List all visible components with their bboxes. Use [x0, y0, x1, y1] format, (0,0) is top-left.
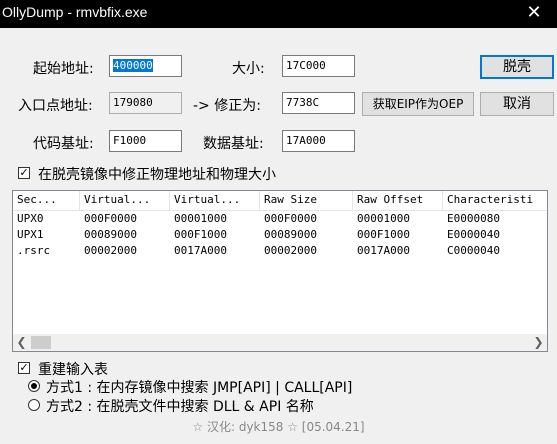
column-header[interactable]: Virtual... [170, 191, 260, 210]
scroll-thumb[interactable] [31, 336, 51, 349]
get-eip-button[interactable]: 获取EIP作为OEP [362, 92, 474, 116]
close-icon[interactable]: ✕ [511, 0, 557, 28]
table-cell: 000F0000 [84, 212, 137, 225]
rebuild-import-label: 重建输入表 [38, 362, 108, 378]
table-cell: 00089000 [264, 228, 317, 241]
table-cell: 00002000 [84, 244, 137, 257]
column-header[interactable]: Sec... [13, 191, 80, 210]
credits-text: ☆ 汉化: dyk158 ☆ [05.04.21] [192, 420, 365, 434]
column-header[interactable]: Raw Size [260, 191, 353, 210]
scroll-right-icon[interactable]: ❯ [530, 334, 547, 351]
start-address-label: 起始地址: [33, 61, 94, 77]
modify-label: -> 修正为: [193, 98, 261, 114]
method2-label: 方式2 : 在脱壳文件中搜索 DLL & API 名称 [46, 399, 314, 415]
table-cell: UPX1 [17, 228, 44, 241]
table-cell: UPX0 [17, 212, 44, 225]
dump-button[interactable]: 脱壳 [480, 55, 554, 79]
table-header: Sec... Virtual... Virtual... Raw Size Ra… [13, 191, 547, 211]
method2-radio[interactable] [28, 399, 40, 411]
method1-label: 方式1 : 在内存镜像中搜索 JMP[API] | CALL[API] [46, 380, 353, 396]
table-cell: 00001000 [357, 212, 410, 225]
column-header[interactable]: Raw Offset [353, 191, 443, 210]
size-label: 大小: [232, 61, 265, 77]
table-cell: 0017A000 [357, 244, 410, 257]
table-cell: 000F0000 [264, 212, 317, 225]
title-bar: OllyDump - rmvbfix.exe ✕ [0, 0, 557, 28]
rebuild-import-checkbox[interactable]: ✓ [18, 362, 30, 374]
data-base-label: 数据基址: [203, 136, 264, 152]
table-cell: E0000080 [447, 212, 500, 225]
column-header[interactable]: Virtual... [80, 191, 170, 210]
method1-radio[interactable] [28, 380, 40, 392]
entry-point-label: 入口点地址: [18, 98, 93, 114]
table-cell: 000F1000 [357, 228, 410, 241]
data-base-field[interactable]: 17A000 [282, 130, 355, 152]
table-cell: 00001000 [174, 212, 227, 225]
table-cell: 00002000 [264, 244, 317, 257]
scroll-left-icon[interactable]: ❮ [13, 334, 30, 351]
table-cell: 00089000 [84, 228, 137, 241]
fix-raw-label: 在脱壳镜像中修正物理地址和物理大小 [38, 167, 276, 183]
table-row[interactable]: .rsrc 00002000 0017A000 00002000 0017A00… [13, 244, 547, 260]
oep-field[interactable]: 7738C [282, 92, 355, 114]
table-row[interactable]: UPX0 000F0000 00001000 000F0000 00001000… [13, 212, 547, 228]
table-cell: 0017A000 [174, 244, 227, 257]
check-icon: ✓ [19, 361, 29, 374]
entry-point-field: 179080 [109, 92, 182, 114]
code-base-label: 代码基址: [33, 136, 94, 152]
table-cell: .rsrc [17, 244, 51, 257]
size-field[interactable]: 17C000 [282, 55, 355, 77]
column-header[interactable]: Characteristi [443, 191, 547, 210]
cancel-button[interactable]: 取消 [480, 92, 554, 116]
section-table[interactable]: Sec... Virtual... Virtual... Raw Size Ra… [12, 190, 548, 352]
code-base-field[interactable]: F1000 [109, 130, 182, 152]
table-cell: C0000040 [447, 244, 500, 257]
table-cell: E0000040 [447, 228, 500, 241]
start-address-value: 400000 [113, 59, 153, 72]
start-address-field[interactable]: 400000 [109, 55, 182, 77]
horizontal-scrollbar[interactable]: ❮ ❯ [13, 334, 547, 351]
window-title: OllyDump - rmvbfix.exe [2, 4, 148, 20]
fix-raw-checkbox[interactable]: ✓ [18, 167, 30, 179]
table-cell: 000F1000 [174, 228, 227, 241]
table-row[interactable]: UPX1 00089000 000F1000 00089000 000F1000… [13, 228, 547, 244]
check-icon: ✓ [19, 166, 29, 179]
